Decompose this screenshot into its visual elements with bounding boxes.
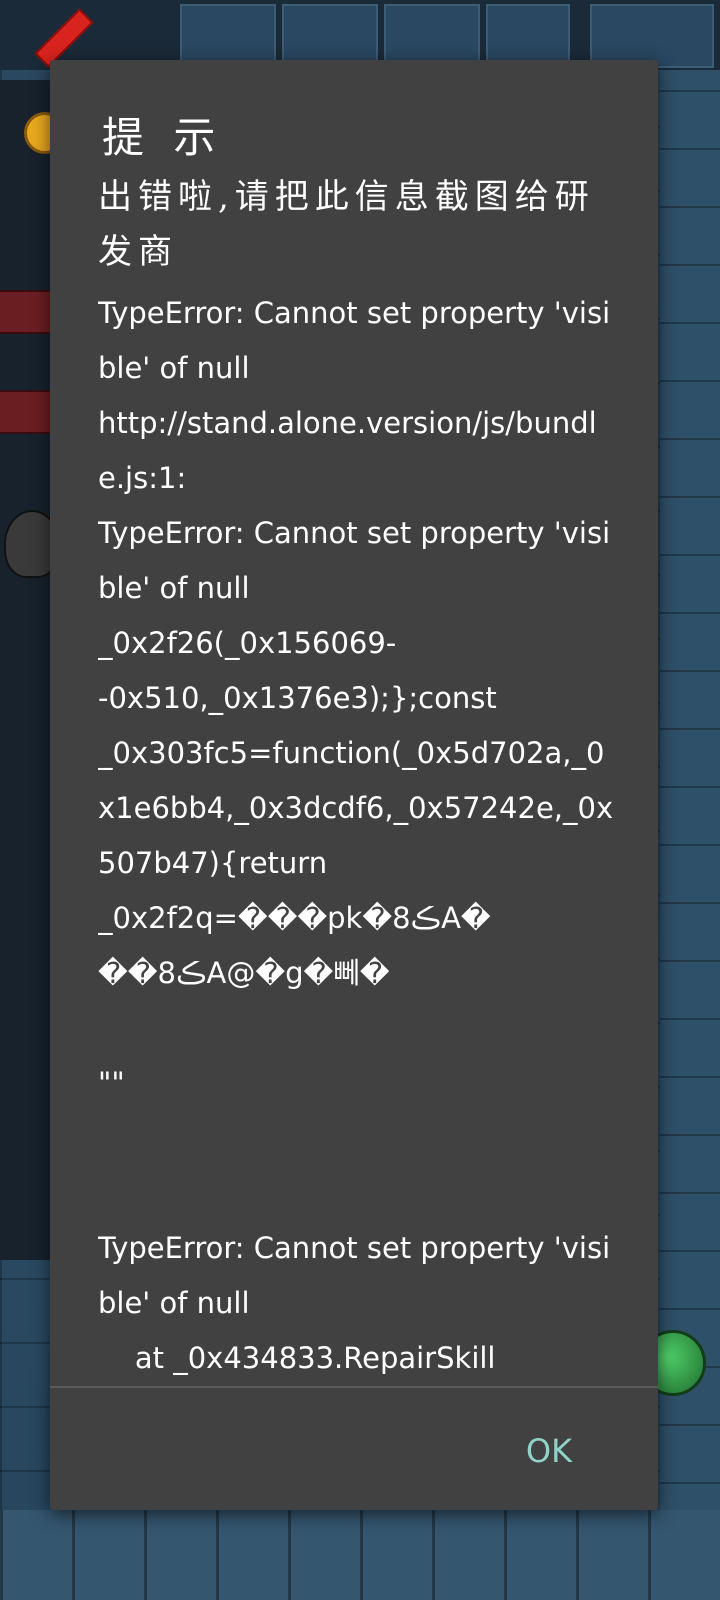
- dialog-message: 出错啦,请把此信息截图给研发商: [98, 177, 595, 272]
- game-bottom-floor: [0, 1510, 720, 1600]
- error-log-text: TypeError: Cannot set property 'visible'…: [98, 296, 614, 1375]
- game-top-slot: [486, 4, 570, 68]
- dialog-body[interactable]: 出错啦,请把此信息截图给研发商 TypeError: Cannot set pr…: [98, 170, 618, 1442]
- error-dialog: 提 示 出错啦,请把此信息截图给研发商 TypeError: Cannot se…: [50, 60, 658, 1510]
- game-top-slot: [384, 4, 480, 68]
- game-top-slot: [180, 4, 276, 68]
- game-top-slot: [282, 4, 378, 68]
- ok-button[interactable]: OK: [504, 1420, 594, 1482]
- dialog-title: 提 示: [102, 113, 224, 162]
- dialog-divider: [50, 1386, 658, 1388]
- game-top-slot: [590, 4, 714, 68]
